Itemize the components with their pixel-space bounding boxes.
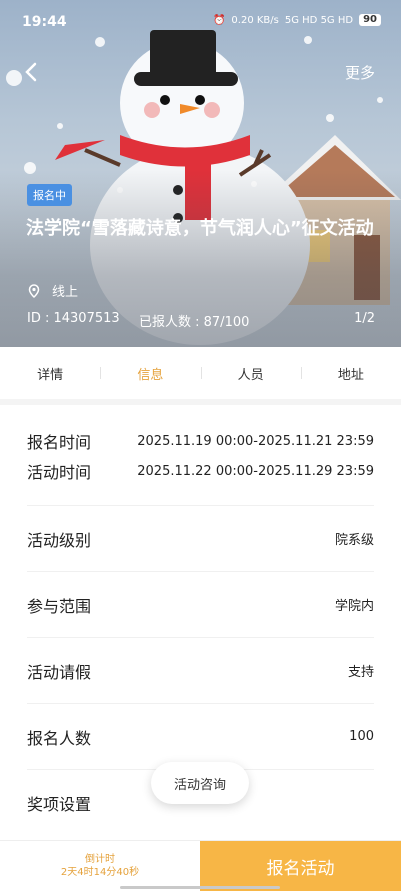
status-icons: ⏰ 0.20 KB/s 5G HD 5G HD 90 bbox=[213, 14, 381, 26]
signup-limit-label: 报名人数 bbox=[27, 728, 92, 748]
countdown-label: 倒计时 bbox=[85, 854, 115, 865]
alarm-icon: ⏰ bbox=[212, 14, 226, 26]
participation-scope-value: 学院内 bbox=[334, 599, 374, 614]
page-indicator: 1/2 bbox=[354, 311, 375, 326]
tab-details[interactable]: 详情 bbox=[0, 364, 100, 383]
back-button[interactable] bbox=[20, 60, 44, 84]
participation-scope-row: 参与范围 学院内 bbox=[27, 572, 374, 638]
location-text: 线上 bbox=[52, 285, 79, 300]
signup-button[interactable]: 报名活动 bbox=[200, 841, 401, 891]
activity-time-label: 活动时间 bbox=[27, 463, 92, 482]
activity-title: 法学院“雪落藏诗意，节气润人心”征文活动 bbox=[26, 218, 374, 239]
status-time: 19:44 bbox=[22, 14, 67, 30]
awards-label: 奖项设置 bbox=[27, 795, 92, 814]
consult-button[interactable]: 活动咨询 bbox=[151, 762, 249, 804]
leave-request-value: 支持 bbox=[347, 665, 374, 680]
battery-icon: 90 bbox=[359, 14, 381, 26]
chevron-left-icon bbox=[25, 62, 37, 82]
participation-scope-label: 参与范围 bbox=[27, 596, 92, 616]
activity-time-value: 2025.11.22 00:00-2025.11.29 23:59 bbox=[137, 463, 374, 479]
activity-level-row: 活动级别 院系级 bbox=[27, 506, 374, 572]
leave-request-label: 活动请假 bbox=[27, 662, 92, 682]
signup-time-value: 2025.11.19 00:00-2025.11.21 23:59 bbox=[137, 433, 374, 449]
activity-level-value: 院系级 bbox=[334, 533, 374, 548]
network-speed: 0.20 KB/s bbox=[231, 14, 279, 26]
status-badge: 报名中 bbox=[27, 184, 72, 206]
signup-limit-value: 100 bbox=[349, 729, 374, 744]
tab-info[interactable]: 信息 bbox=[100, 364, 200, 383]
time-block: 报名时间 2025.11.19 00:00-2025.11.21 23:59 活… bbox=[27, 411, 374, 506]
activity-id: ID : 14307513 bbox=[27, 311, 120, 326]
countdown-value: 2天4时14分40秒 bbox=[60, 867, 140, 878]
signup-limit-row: 报名人数 100 bbox=[27, 704, 374, 770]
location-row: 线上 bbox=[28, 281, 78, 300]
status-bar: 19:44 ⏰ 0.20 KB/s 5G HD 5G HD 90 bbox=[0, 0, 401, 40]
countdown: 倒计时 2天4时14分40秒 bbox=[0, 841, 200, 891]
activity-time-row: 活动时间 2025.11.22 00:00-2025.11.29 23:59 bbox=[27, 456, 374, 486]
more-button[interactable]: 更多 bbox=[345, 62, 375, 83]
bottom-action-bar: 倒计时 2天4时14分40秒 报名活动 bbox=[0, 840, 401, 891]
tab-bar: 详情 信息 人员 地址 bbox=[0, 347, 401, 405]
activity-meta: ID : 14307513 已报人数 : 87/100 1/2 bbox=[27, 311, 375, 330]
activity-level-label: 活动级别 bbox=[27, 530, 92, 550]
home-indicator[interactable] bbox=[120, 886, 280, 889]
signup-time-row: 报名时间 2025.11.19 00:00-2025.11.21 23:59 bbox=[27, 426, 374, 456]
tab-members[interactable]: 人员 bbox=[200, 364, 301, 383]
signal-icon: 5G HD 5G HD bbox=[284, 14, 354, 26]
signup-time-label: 报名时间 bbox=[27, 433, 92, 452]
tab-address[interactable]: 地址 bbox=[300, 364, 401, 383]
signup-count: 已报人数 : 87/100 bbox=[139, 315, 250, 330]
location-pin-icon bbox=[28, 283, 40, 298]
leave-request-row: 活动请假 支持 bbox=[27, 638, 374, 704]
hero-banner: 19:44 ⏰ 0.20 KB/s 5G HD 5G HD 90 更多 报名中 … bbox=[0, 0, 401, 347]
